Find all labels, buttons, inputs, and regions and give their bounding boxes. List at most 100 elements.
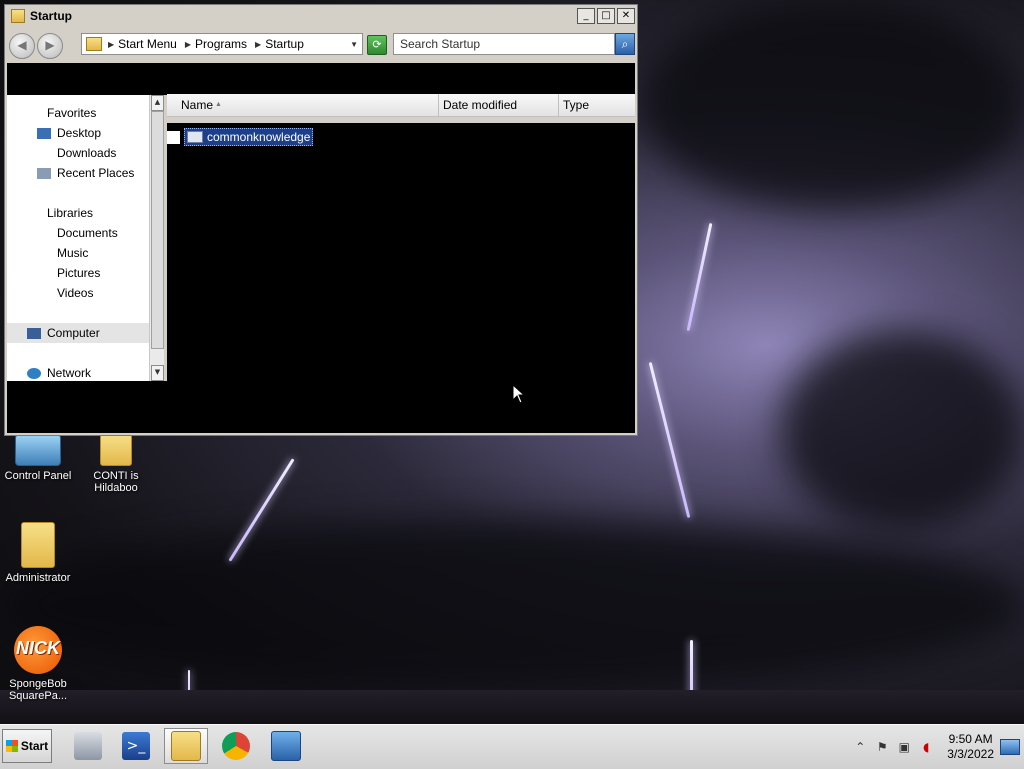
wallpaper-cloud	[780, 330, 1024, 530]
file-item-selected[interactable]: commonknowledge	[184, 128, 314, 146]
sort-up-icon: ▲	[215, 101, 222, 108]
column-header-date[interactable]: Date modified	[439, 94, 559, 116]
nick-logo-icon: NICK	[14, 626, 62, 674]
folder-icon	[86, 37, 102, 51]
network-tray-icon[interactable]: ▣	[897, 740, 911, 754]
desktop-icon-label: Administrator	[5, 572, 71, 584]
address-row: ◀ ▶ ▶ Start Menu ▶ Programs ▶ Startup ▼ …	[5, 29, 637, 63]
column-label: Date modified	[443, 98, 518, 112]
minimize-button[interactable]: _	[577, 8, 595, 24]
chrome-icon	[222, 732, 250, 760]
forward-icon: ▶	[45, 38, 55, 52]
taskbar-remote-desktop[interactable]	[264, 728, 308, 764]
chevron-right-icon[interactable]: ▶	[108, 40, 114, 49]
nav-pictures[interactable]: Pictures	[7, 263, 149, 283]
explorer-icon	[171, 731, 201, 761]
taskbar-explorer[interactable]	[164, 728, 208, 764]
toolbar-area	[7, 63, 635, 95]
column-header-name[interactable]: Name ▲	[167, 94, 439, 116]
show-desktop-icon[interactable]	[1000, 739, 1020, 755]
breadcrumb-startup[interactable]: Startup	[265, 37, 304, 51]
wallpaper-cloud	[0, 520, 1024, 690]
column-headers: Name ▲ Date modified Type	[167, 94, 635, 117]
nav-label: Downloads	[57, 146, 117, 160]
nav-desktop[interactable]: Desktop	[7, 123, 149, 143]
list-item[interactable]: commonknowledge	[167, 127, 314, 147]
nav-label: Videos	[57, 286, 94, 300]
folder-icon	[11, 9, 25, 23]
chevron-down-icon[interactable]: ▼	[350, 40, 358, 49]
maximize-button[interactable]: □	[597, 8, 615, 24]
desktop-icon-administrator[interactable]: Administrator	[0, 522, 76, 584]
desktop-icon-label-line2: SquarePa...	[8, 690, 68, 702]
server-manager-icon	[74, 732, 102, 760]
nav-libraries[interactable]: Libraries	[7, 203, 149, 223]
nav-label: Libraries	[47, 206, 94, 220]
powershell-icon: >_	[122, 732, 150, 760]
nav-favorites[interactable]: Favorites	[7, 103, 149, 123]
breadcrumb-programs[interactable]: Programs	[195, 37, 247, 51]
nav-computer[interactable]: Computer	[7, 323, 149, 343]
show-hidden-icons-button[interactable]: ⌃	[853, 740, 867, 754]
chevron-right-icon[interactable]: ▶	[255, 40, 261, 49]
start-icon	[5, 740, 18, 752]
mouse-cursor-icon	[512, 384, 524, 404]
column-label: Name	[181, 98, 214, 112]
search-icon: ⌕	[621, 37, 629, 51]
chevron-right-icon[interactable]: ▶	[185, 40, 191, 49]
nav-label: Recent Places	[57, 166, 135, 180]
desktop-icon-spongebob[interactable]: NICK SpongeBob SquarePa...	[0, 626, 76, 702]
title-bar[interactable]: Startup	[5, 5, 637, 27]
scroll-thumb[interactable]	[151, 111, 164, 349]
item-checkbox[interactable]	[167, 130, 180, 144]
desktop-icon-label: SpongeBob	[9, 678, 67, 690]
nav-label: Pictures	[57, 266, 101, 280]
wallpaper-cloud	[640, 0, 1024, 210]
start-button[interactable]: Start	[2, 729, 52, 763]
lightning-bolt	[686, 222, 713, 332]
nav-documents[interactable]: Documents	[7, 223, 149, 243]
control-panel-icon	[15, 434, 61, 466]
search-button[interactable]: ⌕	[615, 33, 635, 55]
column-header-type[interactable]: Type	[559, 94, 635, 116]
desktop-icon-label: CONTI is Hildaboo	[93, 470, 139, 494]
folder-icon	[100, 434, 132, 466]
nav-label: Music	[57, 246, 89, 260]
user-folder-icon	[21, 522, 55, 568]
nav-downloads[interactable]: Downloads	[7, 143, 149, 163]
taskbar: Start >_ ⌃ ⚑ ▣ ◖ 9:50 AM 3/3/2022	[0, 724, 1024, 769]
taskbar-chrome[interactable]	[214, 728, 258, 764]
volume-muted-icon[interactable]: ◖	[919, 740, 933, 754]
clock[interactable]: 9:50 AM 3/3/2022	[947, 732, 994, 762]
address-bar[interactable]: ▶ Start Menu ▶ Programs ▶ Startup ▼	[81, 33, 363, 55]
scroll-up-button[interactable]: ▲	[151, 95, 164, 111]
taskbar-server-manager[interactable]	[66, 728, 110, 764]
nav-scrollbar[interactable]: ▲ ▼	[149, 95, 164, 381]
search-input[interactable]: Search Startup	[393, 33, 615, 55]
nav-label: Favorites	[47, 106, 97, 120]
nav-label: Desktop	[57, 126, 102, 140]
desktop-icon-control-panel[interactable]: Control Panel	[0, 434, 76, 482]
system-tray: ⌃ ⚑ ▣ ◖ 9:50 AM 3/3/2022	[849, 725, 1024, 769]
lightning-bolt	[648, 362, 691, 518]
nav-music[interactable]: Music	[7, 243, 149, 263]
clock-time: 9:50 AM	[948, 732, 993, 746]
close-button[interactable]: ✕	[617, 8, 635, 24]
scroll-down-button[interactable]: ▼	[151, 365, 164, 381]
flag-icon[interactable]: ⚑	[875, 740, 889, 754]
computer-icon	[27, 328, 41, 340]
nav-label: Computer	[47, 326, 100, 340]
forward-button[interactable]: ▶	[37, 33, 63, 59]
explorer-window: Startup _ □ ✕ ◀ ▶ ▶ Start Menu ▶ Program…	[4, 4, 638, 436]
taskbar-powershell[interactable]: >_	[114, 728, 158, 764]
navigation-pane: Favorites Desktop Downloads Recent Place…	[7, 95, 149, 381]
nav-label: Documents	[57, 226, 118, 240]
desktop-icon-conti-folder[interactable]: CONTI is Hildaboo	[78, 434, 154, 494]
back-button[interactable]: ◀	[9, 33, 35, 59]
nav-videos[interactable]: Videos	[7, 283, 149, 303]
nav-network[interactable]: Network	[7, 363, 149, 381]
refresh-button[interactable]: ⟳	[367, 35, 387, 55]
refresh-icon: ⟳	[372, 38, 382, 51]
nav-recent-places[interactable]: Recent Places	[7, 163, 149, 183]
breadcrumb-start-menu[interactable]: Start Menu	[118, 37, 177, 51]
